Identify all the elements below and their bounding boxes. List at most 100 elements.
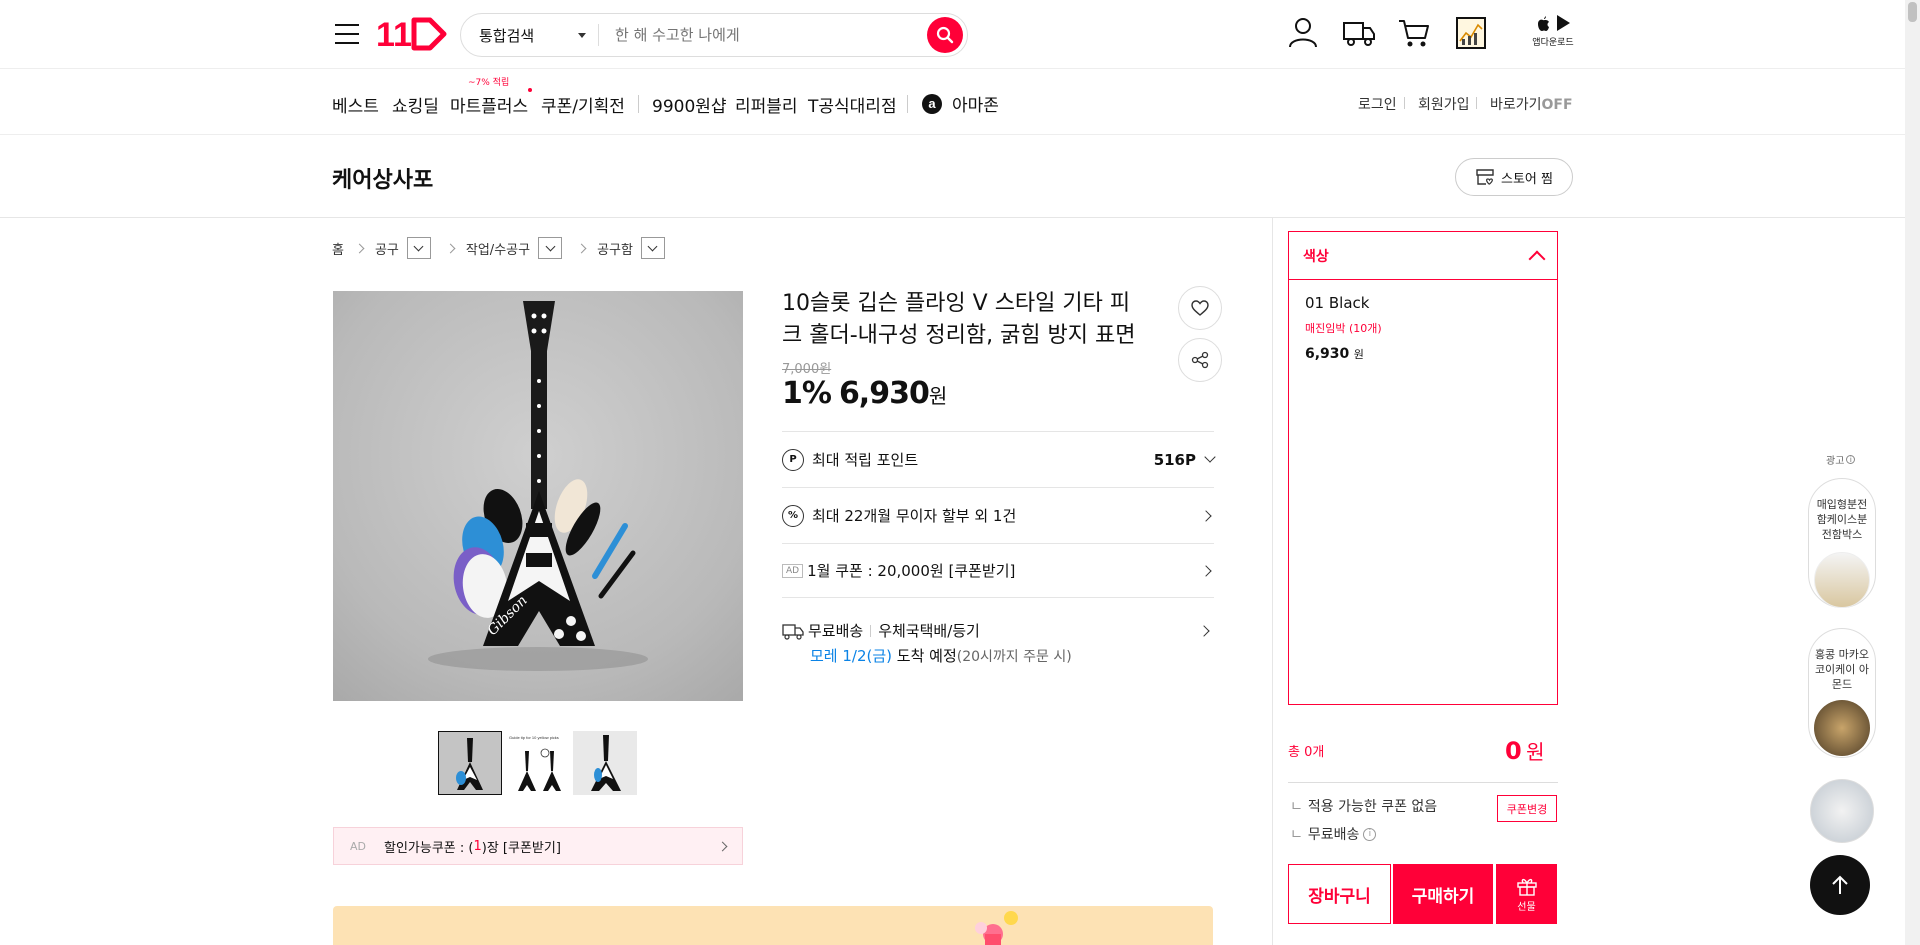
total-price-value: 0 [1505,737,1522,765]
add-to-cart-button[interactable]: 장바구니 [1288,864,1391,924]
search-button[interactable] [927,17,963,53]
breadcrumb-level3-dropdown[interactable] [640,237,665,259]
discount-coupon-banner[interactable]: AD 할인가능쿠폰 : (1)장 [쿠폰받기] [333,827,743,865]
shortcut-toggle[interactable]: 바로가기OFF [1490,94,1573,114]
total-divider [1288,782,1558,783]
breadcrumb-level1[interactable]: 공구 [375,239,399,258]
wishlist-button[interactable] [1178,286,1222,330]
breadcrumb-home[interactable]: 홈 [332,239,344,258]
store-follow-button[interactable]: 스토어 찜 [1455,158,1573,196]
app-download-button[interactable]: 앱다운로드 [1530,14,1576,48]
shipping-free: 무료배송 [808,622,864,640]
breadcrumb-arrow-icon [354,243,365,253]
nav-mart-plus[interactable]: 마트플러스 [450,92,528,117]
shipping-row[interactable]: 무료배송 우체국택배/등기 모레 1/2(금) 도착 예정(20시까지 주문 시… [782,597,1214,677]
buy-now-button[interactable]: 구매하기 [1393,864,1493,924]
util-divider [1476,97,1477,109]
option-item-name: 01 Black [1305,294,1370,312]
page-scrollbar[interactable] [1905,0,1920,945]
recent-viewed-button[interactable] [1456,17,1486,49]
option-header[interactable]: 색상 [1289,232,1557,280]
login-link[interactable]: 로그인 [1358,94,1397,114]
google-play-icon [1557,15,1570,31]
store-name[interactable]: 케어상사포 [332,162,433,194]
side-ad-2-text: 홍콩 마카오 코이케이 아몬드 [1814,648,1870,691]
search-category-label: 통합검색 [479,26,535,45]
breadcrumb-level2-dropdown[interactable] [538,237,563,259]
nav-refurbly[interactable]: 리퍼블리 [735,92,798,117]
nav-t-official[interactable]: T공식대리점 [808,92,897,117]
coupon-row[interactable]: AD 1월 쿠폰 : 20,000원 [쿠폰받기] [782,543,1214,597]
breadcrumb-level3[interactable]: 공구함 [597,239,633,258]
cart-icon [1399,20,1429,47]
product-title-line2: 크 홀더-내구성 정리함, 굵힘 방지 표면 [782,323,1136,348]
side-ad-2[interactable]: 홍콩 마카오 코이케이 아몬드 [1808,628,1876,758]
product-thumbnail-2[interactable]: Guide tip for 10 yellow picks [505,731,569,795]
points-row[interactable]: P 최대 적립 포인트 516P [782,431,1216,487]
store-bar: 케어상사포 스토어 찜 [0,135,1920,218]
cart-header-button[interactable] [1398,18,1430,52]
app-download-label: 앱다운로드 [1532,38,1574,48]
original-price: 7,000원 [782,362,832,377]
total-count: 총 0개 [1288,745,1325,760]
discount-coupon-count: 1 [473,838,482,854]
category-nav: 베스트 쇼킹딜 마트플러스 ~7% 적립 쿠폰/기획전 9900원샵 리퍼블리 … [0,69,1920,135]
gift-balloon-icon [975,911,1018,945]
menu-icon[interactable] [335,24,359,51]
chevron-up-icon [1528,250,1546,267]
svg-text:11: 11 [376,16,412,52]
nav-divider [907,95,908,113]
new-dot [528,88,532,92]
share-button[interactable] [1178,338,1222,382]
option-item-price-unit: 원 [1353,348,1364,361]
breadcrumb-level2[interactable]: 작업/수공구 [466,239,530,258]
product-title-line1: 10슬롯 깁슨 플라잉 V 스타일 기타 피 [782,291,1131,316]
no-coupon-text: 적용 가능한 쿠폰 없음 [1307,799,1438,815]
util-divider [1404,97,1405,109]
search-input[interactable] [599,26,927,44]
scrollbar-thumb[interactable] [1908,2,1917,22]
option-item[interactable]: 01 Black 매진임박 (10개) 6,930 원 [1289,280,1557,376]
sale-price-row: 1% 6,930원 [782,376,947,411]
shipping-method: 우체국택배/등기 [878,622,980,640]
11st-logo[interactable]: 11 [376,16,448,54]
shipping-divider [870,624,872,637]
gift-button[interactable]: 선물 [1496,864,1557,924]
delivery-button[interactable] [1342,18,1376,52]
discount-coupon-ad-tag: AD [350,839,366,853]
gift-icon [1516,878,1537,896]
scroll-to-top-button[interactable] [1810,855,1870,915]
event-banner[interactable] [333,906,1213,945]
store-heart-icon [1476,169,1494,185]
search-category-select[interactable]: 통합검색 [461,24,599,46]
side-ad-1-image [1814,552,1870,608]
nav-coupon[interactable]: 쿠폰/기획전 [541,92,625,117]
option-header-label: 색상 [1303,248,1329,265]
amazon-icon: a [922,93,942,114]
nav-shocking-deal[interactable]: 쇼킹딜 [392,92,439,117]
breadcrumb-arrow-icon [576,243,587,253]
nav-amazon[interactable]: a 아마존 [922,91,999,116]
nav-best[interactable]: 베스트 [332,92,379,117]
side-ad-1[interactable]: 매입형분전함케이스분전함박스 [1808,478,1876,608]
installment-row[interactable]: % 최대 22개월 무이자 할부 외 1건 [782,487,1214,543]
arrival-note: (20시까지 주문 시) [956,649,1072,665]
side-ad-3[interactable] [1810,779,1874,843]
side-ad-2-image [1814,700,1870,756]
add-to-cart-label: 장바구니 [1308,886,1371,907]
heart-icon [1191,300,1209,316]
store-follow-label: 스토어 찜 [1501,171,1553,187]
nav-divider [638,95,639,113]
signup-link[interactable]: 회원가입 [1418,94,1470,114]
product-thumbnail-3[interactable] [573,731,637,795]
product-thumbnail-1[interactable] [438,731,502,795]
product-main-image[interactable]: Gibson [333,291,743,701]
sale-price-unit: 원 [928,384,948,408]
coupon-change-button[interactable]: 쿠폰변경 [1497,795,1557,822]
apple-icon [1538,16,1549,31]
nav-9900-shop[interactable]: 9900원샵 [652,92,727,117]
ad-label: 광고 i [1826,452,1856,467]
breadcrumb-level1-dropdown[interactable] [406,237,431,259]
my-page-button[interactable] [1288,16,1318,52]
discount-coupon-suffix: )장 [쿠폰받기] [481,840,561,856]
